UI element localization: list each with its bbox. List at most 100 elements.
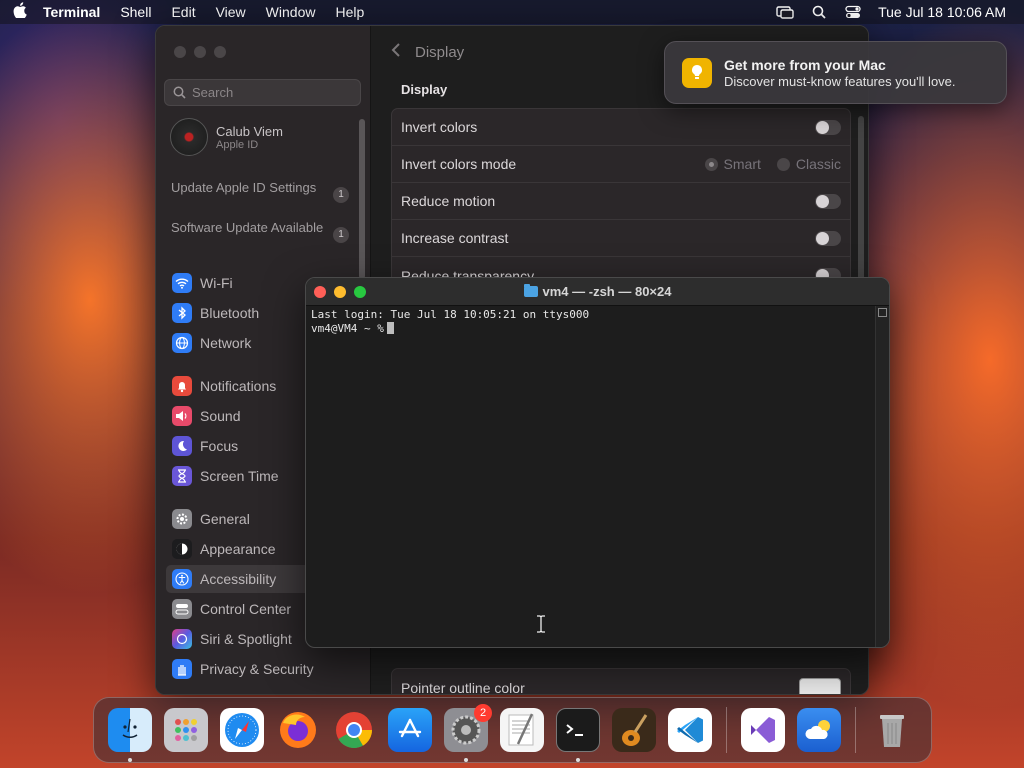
pointer-outline-color-well[interactable]: [799, 677, 841, 694]
notification-body: Discover must-know features you'll love.: [724, 73, 956, 89]
weather-icon: [797, 708, 841, 752]
dock-firefox[interactable]: [270, 702, 326, 758]
scroll-marker-icon: [878, 308, 887, 317]
content-scrollbar[interactable]: [858, 116, 864, 286]
accessibility-icon: [172, 569, 192, 589]
sidebar-item-label: Network: [200, 335, 252, 351]
folder-icon: [523, 284, 538, 297]
dock-textedit[interactable]: [494, 702, 550, 758]
close-button[interactable]: [314, 286, 326, 298]
safari-icon: [220, 708, 264, 752]
dock-launchpad[interactable]: [158, 702, 214, 758]
wifi-icon: [172, 273, 192, 293]
row-label: Invert colors mode: [401, 156, 517, 172]
bluetooth-icon: [172, 303, 192, 323]
zoom-button[interactable]: [214, 46, 226, 58]
spotlight-search-icon[interactable]: [810, 5, 828, 19]
window-controls-inactive: [174, 46, 226, 58]
avatar: [170, 118, 208, 156]
apple-id-account[interactable]: Calub Viem Apple ID: [170, 118, 283, 156]
minimize-button[interactable]: [334, 286, 346, 298]
running-indicator: [464, 758, 468, 762]
appearance-icon: [172, 539, 192, 559]
dock-safari[interactable]: [214, 702, 270, 758]
siri-icon: [172, 629, 192, 649]
dock-system-settings[interactable]: 2: [438, 702, 494, 762]
dock-garageband[interactable]: [606, 702, 662, 758]
pointer-outline-row: Pointer outline color: [392, 669, 850, 695]
dock-vscode[interactable]: [662, 702, 718, 758]
system-settings-gear-icon: 2: [444, 704, 492, 752]
notice-badge: 1: [333, 227, 349, 243]
menu-edit[interactable]: Edit: [161, 0, 205, 24]
radio-classic[interactable]: Classic: [776, 156, 841, 172]
guitar-icon: [612, 708, 656, 752]
update-apple-id-notice[interactable]: Update Apple ID Settings 1: [171, 180, 351, 203]
radio-label: Smart: [723, 156, 761, 172]
finder-icon: [108, 708, 152, 752]
row-label: Pointer outline color: [401, 679, 525, 695]
dock-finder[interactable]: [102, 702, 158, 762]
invert-colors-toggle[interactable]: [815, 119, 841, 135]
reduce-motion-toggle[interactable]: [815, 193, 841, 209]
search-input[interactable]: [192, 85, 352, 100]
menu-window[interactable]: Window: [256, 0, 326, 24]
menu-view[interactable]: View: [206, 0, 256, 24]
visual-studio-icon: [741, 708, 785, 752]
sidebar-item-label: Screen Time: [200, 468, 279, 484]
radio-smart[interactable]: Smart: [704, 156, 761, 172]
terminal-window[interactable]: vm4 — -zsh — 80×24 Last login: Tue Jul 1…: [305, 277, 890, 648]
back-chevron-icon[interactable]: [391, 42, 401, 63]
sidebar-scrollbar[interactable]: [359, 119, 365, 279]
invert-mode-row: Invert colors mode Smart Classic: [392, 146, 850, 183]
pointer-options-panel: Pointer outline color: [391, 668, 851, 695]
dock-trash[interactable]: [864, 702, 920, 758]
menu-clock[interactable]: Tue Jul 18 10:06 AM: [878, 4, 1006, 20]
screen-mirroring-icon[interactable]: [776, 5, 794, 19]
dock-separator: [855, 707, 856, 753]
page-title: Display: [415, 44, 465, 61]
sidebar-item-label: Accessibility: [200, 571, 277, 587]
menu-shell[interactable]: Shell: [110, 0, 161, 24]
notice-label: Software Update Available: [171, 220, 324, 235]
user-subtitle: Apple ID: [216, 138, 259, 151]
sidebar-item-label: Focus: [200, 438, 239, 454]
control-center-icon[interactable]: [844, 5, 862, 19]
sidebar-item-label: Wi-Fi: [200, 275, 233, 291]
search-icon: [173, 86, 186, 99]
zoom-button[interactable]: [354, 286, 366, 298]
dock-app-store[interactable]: [382, 702, 438, 758]
gear-icon: [172, 509, 192, 529]
radio-label: Classic: [795, 156, 841, 172]
dock-terminal[interactable]: [550, 702, 606, 762]
settings-search[interactable]: [164, 79, 361, 106]
chrome-icon: [332, 708, 376, 752]
sidebar-item-label: Sound: [200, 408, 241, 424]
terminal-icon: [556, 708, 600, 752]
dock-visual-studio[interactable]: [735, 702, 791, 758]
terminal-titlebar[interactable]: vm4 — -zsh — 80×24: [306, 278, 889, 306]
lightbulb-icon: [682, 57, 712, 88]
increase-contrast-row: Increase contrast: [392, 220, 850, 257]
menu-help[interactable]: Help: [325, 0, 374, 24]
speaker-icon: [172, 406, 192, 426]
menu-app-terminal[interactable]: Terminal: [40, 0, 110, 24]
software-update-notice[interactable]: Software Update Available 1: [171, 220, 351, 243]
close-button[interactable]: [174, 46, 186, 58]
menu-bar: Terminal Shell Edit View Window Help Tue…: [0, 0, 1024, 24]
radio-dot-icon: [776, 157, 790, 171]
terminal-scrollbar[interactable]: [875, 306, 889, 647]
apple-menu-icon[interactable]: [0, 2, 40, 22]
trash-icon: [870, 708, 914, 752]
sidebar-item-privacy-security[interactable]: Privacy & Security: [166, 655, 361, 683]
dock-chrome[interactable]: [326, 702, 382, 758]
tips-notification[interactable]: Get more from your Mac Discover must-kno…: [664, 41, 1007, 104]
minimize-button[interactable]: [194, 46, 206, 58]
terminal-output[interactable]: Last login: Tue Jul 18 10:05:21 on ttys0…: [306, 306, 889, 338]
user-name: Calub Viem: [216, 123, 283, 139]
text-cursor: [386, 322, 394, 334]
firefox-icon: [276, 708, 320, 752]
dock-weather[interactable]: [791, 702, 847, 758]
moon-icon: [172, 436, 192, 456]
increase-contrast-toggle[interactable]: [815, 230, 841, 246]
